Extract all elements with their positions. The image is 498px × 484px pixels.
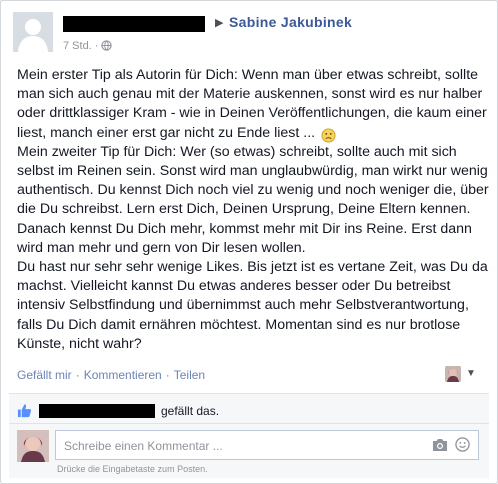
redacted-author-name bbox=[63, 16, 205, 32]
camera-icon[interactable] bbox=[432, 438, 448, 457]
redacted-liker-name bbox=[39, 404, 155, 418]
like-link[interactable]: Gefällt mir bbox=[17, 368, 72, 382]
commenter-avatar bbox=[17, 430, 49, 462]
post-card: ▶ Sabine Jakubinek 7 Std. · Mein erster T… bbox=[0, 0, 498, 484]
action-separator: · bbox=[165, 368, 170, 382]
post-timestamp[interactable]: 7 Std. bbox=[63, 40, 92, 52]
post-text: Mein erster Tip als Autorin für Dich: We… bbox=[17, 67, 489, 352]
comment-input[interactable] bbox=[62, 431, 426, 461]
post-meta: 7 Std. · bbox=[63, 40, 113, 54]
target-profile-name[interactable]: Sabine Jakubinek bbox=[229, 14, 352, 30]
post-actions: Gefällt mir · Kommentieren · Teilen bbox=[17, 368, 205, 382]
viewer-avatar[interactable] bbox=[445, 366, 461, 382]
comment-box bbox=[55, 430, 479, 461]
comment-link[interactable]: Kommentieren bbox=[84, 368, 162, 382]
chevron-down-icon[interactable]: ▼ bbox=[466, 368, 476, 379]
globe-icon[interactable] bbox=[101, 40, 113, 54]
meta-separator: · bbox=[94, 40, 99, 52]
feedback-section: gefällt das. Drücke die Eingabetaste zum… bbox=[9, 393, 489, 478]
author-avatar[interactable] bbox=[13, 12, 53, 52]
arrow-right-icon: ▶ bbox=[215, 17, 224, 29]
post-header: ▶ Sabine Jakubinek 7 Std. · bbox=[13, 12, 483, 58]
divider bbox=[9, 423, 489, 424]
frown-emoticon-icon bbox=[321, 128, 336, 148]
comment-hint: Drücke die Eingabetaste zum Posten. bbox=[57, 464, 208, 474]
action-separator: · bbox=[75, 368, 80, 382]
post-body: Mein erster Tip als Autorin für Dich: We… bbox=[17, 66, 489, 354]
likes-text: gefällt das. bbox=[161, 404, 220, 418]
emoji-icon[interactable] bbox=[455, 437, 470, 457]
share-link[interactable]: Teilen bbox=[174, 368, 205, 382]
thumbs-up-icon bbox=[17, 403, 32, 421]
